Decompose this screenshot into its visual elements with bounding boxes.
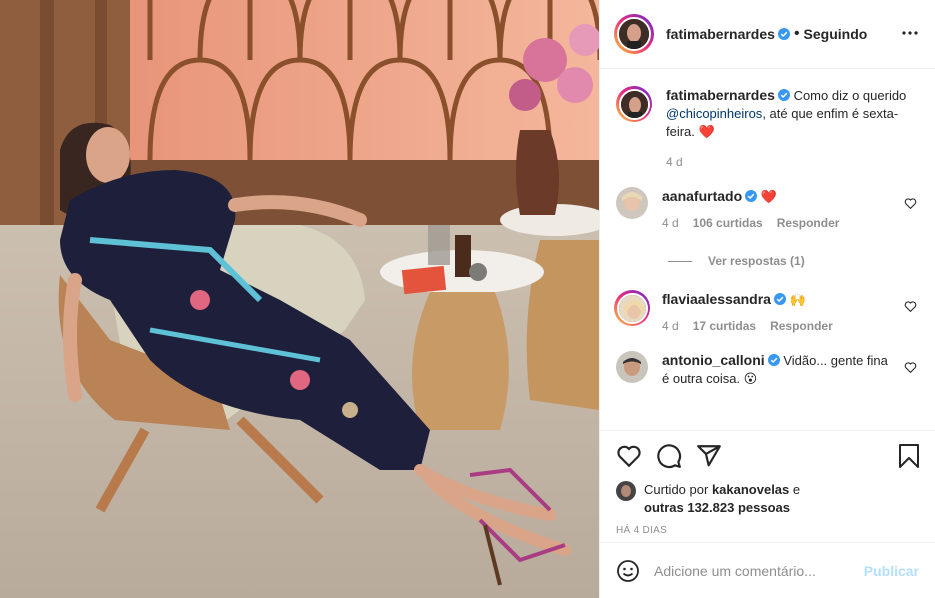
liker-avatar[interactable]: [616, 481, 636, 501]
comment-input[interactable]: Adicione um comentário...: [654, 563, 864, 579]
verified-icon: [773, 293, 786, 305]
comment-item: antonio_calloni Vidão... gente fina é ou…: [616, 351, 919, 388]
publish-button[interactable]: Publicar: [864, 563, 919, 579]
caption: fatimabernardes Como diz o querido @chic…: [616, 86, 919, 171]
reply-button[interactable]: Responder: [777, 216, 840, 230]
verified-icon: [777, 89, 790, 101]
post-date[interactable]: HÁ 4 DIAS: [616, 525, 919, 536]
commenter-avatar[interactable]: [614, 290, 650, 326]
caption-age[interactable]: 4 d: [666, 155, 683, 169]
more-options-icon[interactable]: [901, 24, 919, 42]
author-username[interactable]: fatimabernardes: [666, 26, 775, 42]
caption-mention-link[interactable]: @chicopinheiros: [666, 106, 762, 121]
post-header: fatimabernardes • Seguindo: [600, 0, 935, 69]
add-comment-bar: Adicione um comentário... Publicar: [600, 542, 935, 598]
follow-separator: •: [793, 25, 800, 42]
comment-emoji: 🙌: [789, 292, 806, 307]
verified-icon: [745, 190, 758, 202]
following-button[interactable]: Seguindo: [804, 26, 868, 42]
like-comment-icon[interactable]: [904, 300, 917, 313]
comment-emoji: 😮: [743, 371, 758, 386]
caption-emoji: ❤️: [698, 124, 715, 139]
post-photo[interactable]: [0, 0, 599, 598]
commenter-avatar[interactable]: [616, 187, 648, 219]
caption-avatar[interactable]: [616, 86, 652, 122]
commenter-avatar[interactable]: [616, 351, 648, 383]
liked-by-user[interactable]: kakanovelas: [712, 482, 789, 497]
caption-username[interactable]: fatimabernardes: [666, 87, 775, 103]
photo-illustration: [0, 0, 599, 598]
comments-list[interactable]: fatimabernardes Como diz o querido @chic…: [600, 70, 935, 430]
comment-username[interactable]: flaviaalessandra: [662, 291, 771, 307]
liked-by-prefix: Curtido por: [644, 482, 709, 497]
comment-likes[interactable]: 17 curtidas: [693, 319, 756, 333]
comment-item: aanafurtado ❤️ 4 d 106 curtidas Responder: [616, 187, 919, 232]
reply-button[interactable]: Responder: [770, 319, 833, 333]
view-replies-button[interactable]: Ver respostas (1): [668, 254, 919, 268]
comment-username[interactable]: antonio_calloni: [662, 352, 765, 368]
share-icon[interactable]: [696, 443, 722, 469]
comment-age[interactable]: 4 d: [662, 319, 679, 333]
liked-by-others[interactable]: outras 132.823 pessoas: [644, 500, 790, 515]
post-side-panel: fatimabernardes • Seguindo fatimabernard…: [599, 0, 935, 598]
comment-username[interactable]: aanafurtado: [662, 188, 742, 204]
like-comment-icon[interactable]: [904, 197, 917, 210]
verified-icon: [777, 28, 790, 40]
post-actions: Curtido por kakanovelas e outras 132.823…: [600, 430, 935, 542]
liked-by-conj: e: [792, 482, 801, 497]
comment-item: flaviaalessandra 🙌 4 d 17 curtidas Respond…: [614, 290, 919, 335]
comment-age[interactable]: 4 d: [662, 216, 679, 230]
emoji-icon[interactable]: [616, 559, 640, 583]
caption-text-start: Como diz o querido: [793, 88, 907, 103]
save-bookmark-icon[interactable]: [897, 443, 921, 469]
comment-icon[interactable]: [656, 443, 682, 469]
like-icon[interactable]: [616, 443, 642, 469]
verified-icon: [767, 354, 780, 366]
author-avatar[interactable]: [614, 14, 654, 54]
comment-emoji: ❤️: [760, 189, 777, 204]
liked-by: Curtido por kakanovelas e outras 132.823…: [616, 481, 919, 517]
like-comment-icon[interactable]: [904, 361, 917, 374]
comment-likes[interactable]: 106 curtidas: [693, 216, 763, 230]
